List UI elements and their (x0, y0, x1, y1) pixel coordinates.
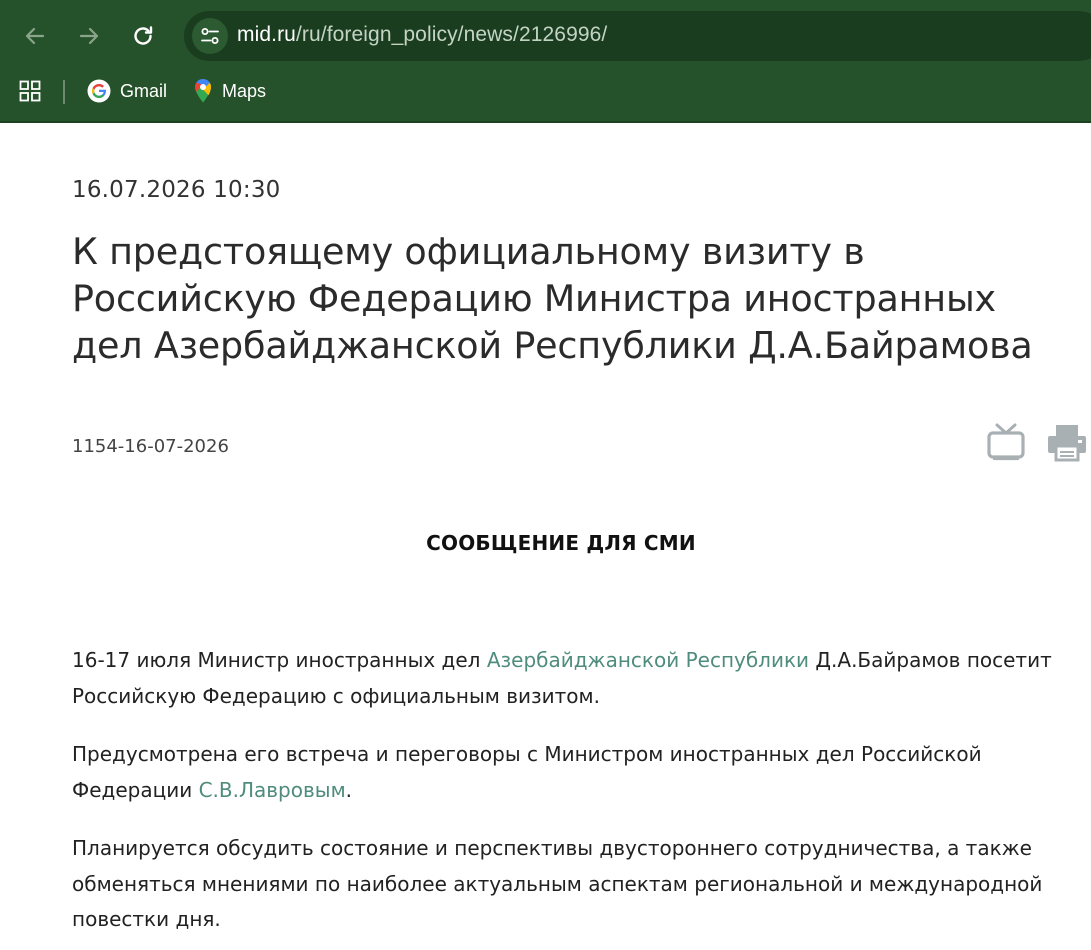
url-host: mid.ru (237, 23, 296, 46)
paragraph-text: . (345, 777, 353, 802)
site-info-button[interactable] (192, 18, 228, 54)
print-icon[interactable] (1047, 422, 1087, 462)
article-number: 1154-16-07-2026 (72, 436, 229, 457)
bookmark-label: Gmail (120, 80, 168, 101)
reload-icon (134, 26, 153, 45)
maps-pin-icon (195, 79, 211, 103)
bookmarks-separator (63, 80, 65, 104)
toolbar-divider (0, 121, 1091, 123)
forward-button[interactable] (71, 18, 107, 54)
browser-toolbar: mid.ru/ru/foreign_policy/news/2126996/ G… (0, 0, 1091, 123)
arrow-left-icon (25, 27, 45, 45)
paragraph-text: 16-17 июля Министр иностранных дел (72, 648, 487, 672)
tune-icon (201, 28, 219, 44)
bookmark-label: Maps (222, 80, 267, 101)
link-lavrov[interactable]: С.В.Лавровым (199, 778, 346, 802)
bookmark-gmail[interactable]: Gmail (87, 76, 167, 106)
back-button[interactable] (17, 18, 53, 54)
article-paragraph: Предусмотрена его встреча и переговоры с… (72, 737, 1062, 808)
media-release-heading: СООБЩЕНИЕ ДЛЯ СМИ (426, 531, 696, 555)
bookmarks-bar: Gmail Maps (0, 72, 1091, 112)
article-title: К предстоящему официальному визиту в Рос… (72, 230, 1033, 367)
arrow-right-icon (79, 27, 99, 45)
apps-grid-icon[interactable] (19, 80, 41, 102)
url-text[interactable]: mid.ru/ru/foreign_policy/news/2126996/ (237, 23, 607, 47)
article-paragraph: 16-17 июля Министр иностранных дел Азерб… (72, 643, 1062, 714)
address-bar[interactable]: mid.ru/ru/foreign_policy/news/2126996/ (184, 11, 1091, 61)
link-azerbaijan-republic[interactable]: Азербайджанской Республики (487, 648, 809, 672)
google-icon (87, 79, 111, 103)
reload-button[interactable] (125, 18, 161, 54)
tv-icon[interactable] (986, 422, 1026, 462)
article-datetime: 16.07.2026 10:30 (72, 177, 281, 203)
article-paragraph: Планируется обсудить состояние и перспек… (72, 836, 1043, 931)
url-path: /ru/foreign_policy/news/2126996/ (295, 23, 608, 46)
bookmark-maps[interactable]: Maps (193, 76, 266, 106)
